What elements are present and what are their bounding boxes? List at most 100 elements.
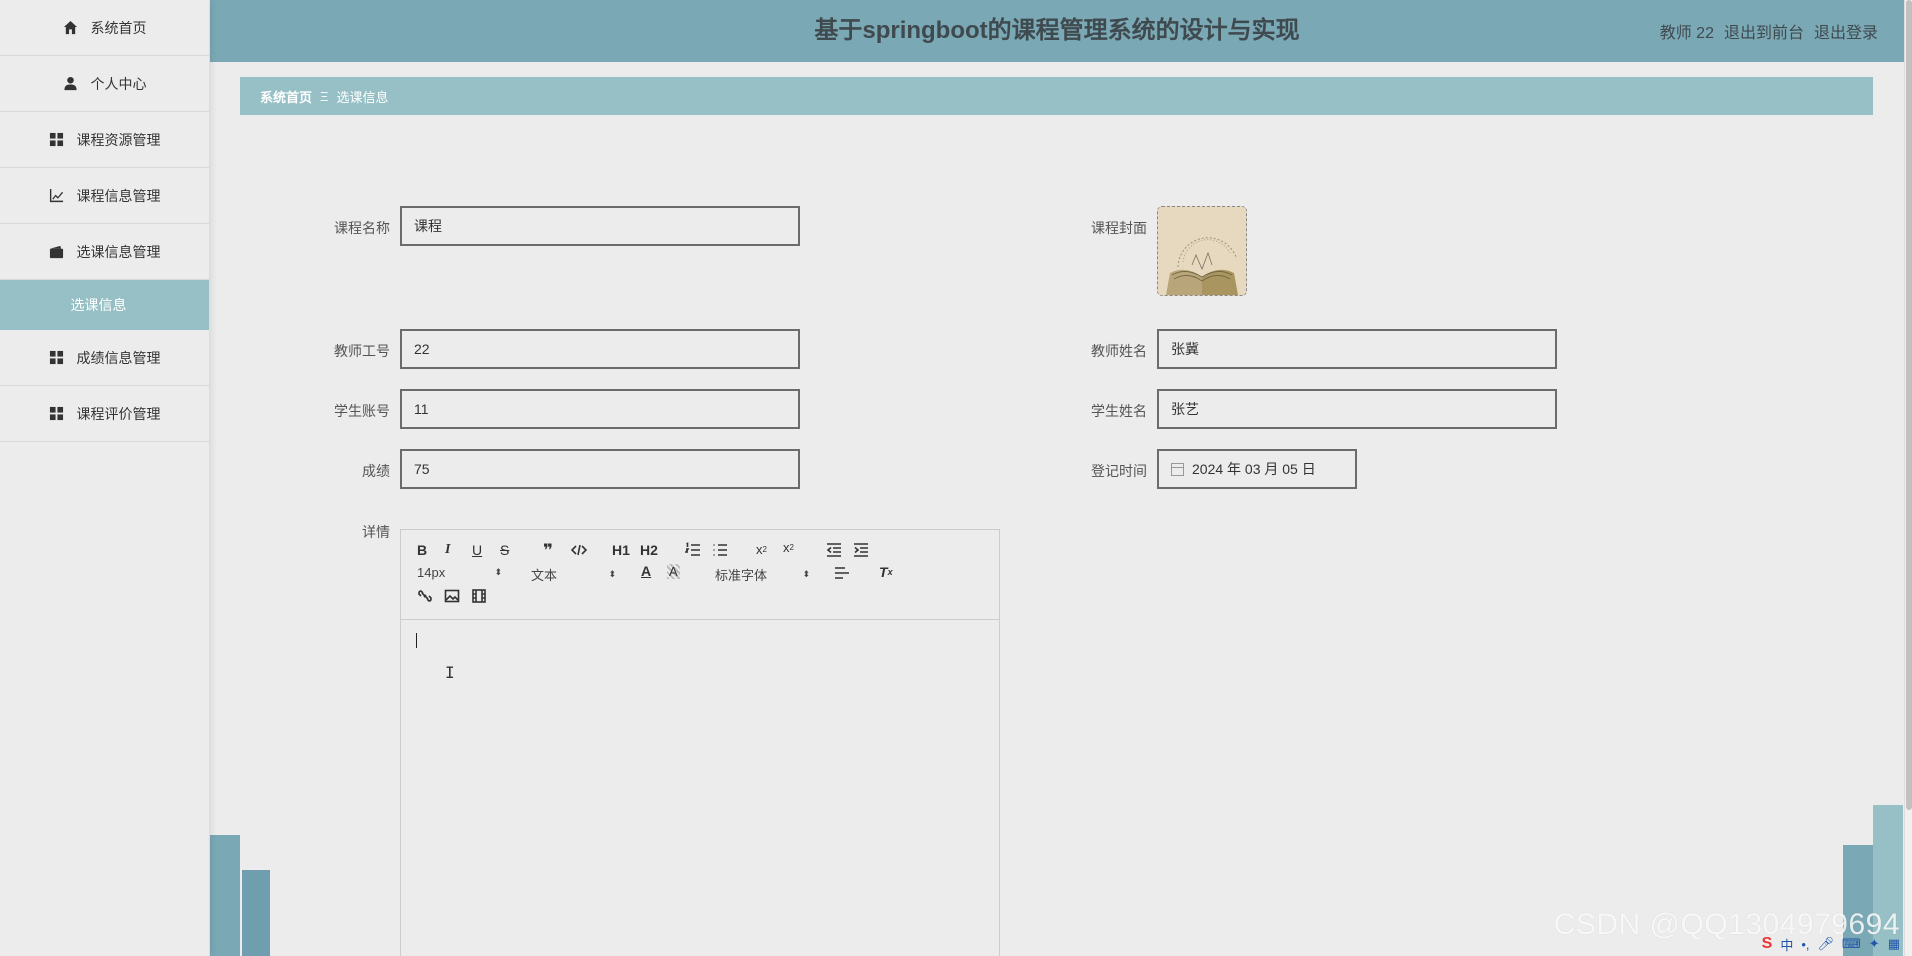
student-account-label: 学生账号 bbox=[334, 403, 390, 419]
editor-content-area[interactable]: I bbox=[401, 620, 999, 956]
exit-to-front-link[interactable]: 退出到前台 bbox=[1724, 19, 1804, 43]
skin-icon[interactable]: ✦ bbox=[1869, 936, 1880, 952]
sidebar-item-label: 选课信息管理 bbox=[76, 243, 161, 260]
scrollbar-thumb[interactable] bbox=[1906, 0, 1912, 810]
underline-button[interactable]: U bbox=[472, 542, 482, 558]
sidebar-item-course-resources[interactable]: 课程资源管理 bbox=[0, 112, 209, 168]
sidebar-item-label: 系统首页 bbox=[90, 19, 147, 36]
teacher-id-label: 教师工号 bbox=[334, 343, 390, 359]
strike-button[interactable]: S bbox=[500, 542, 509, 558]
sidebar-item-profile[interactable]: 个人中心 bbox=[0, 56, 209, 112]
ordered-list-button[interactable] bbox=[685, 542, 701, 558]
breadcrumb-separator: Ξ bbox=[320, 88, 329, 104]
teacher-name-label: 教师姓名 bbox=[1091, 343, 1147, 359]
teacher-id-input[interactable]: 22 bbox=[400, 329, 800, 369]
font-size-select[interactable]: 14px ⬍ bbox=[417, 565, 502, 580]
italic-button[interactable]: I bbox=[445, 542, 450, 558]
font-color-button[interactable]: A bbox=[641, 563, 651, 579]
bold-button[interactable]: B bbox=[417, 542, 427, 558]
outdent-button[interactable] bbox=[826, 542, 842, 558]
course-name-input[interactable]: 课程 bbox=[400, 206, 800, 246]
breadcrumb-home[interactable]: 系统首页 bbox=[260, 87, 312, 106]
grid-icon bbox=[49, 406, 65, 422]
video-icon[interactable] bbox=[471, 588, 487, 604]
calendar-icon bbox=[1171, 462, 1184, 476]
punctuation-icon[interactable]: •, bbox=[1801, 937, 1809, 952]
ibeam-cursor-icon: I bbox=[445, 663, 455, 682]
editor-toolbar: B I U S ❞ H1 H2 x2 x2 14px ⬍ 文本 ⬍ A A 标准… bbox=[401, 530, 999, 620]
sidebar-item-label: 课程资源管理 bbox=[76, 131, 161, 148]
detail-label: 详情 bbox=[362, 524, 390, 540]
select-arrows-icon: ⬍ bbox=[608, 569, 616, 579]
subscript-button[interactable]: x2 bbox=[756, 542, 767, 557]
select-arrows-icon: ⬍ bbox=[494, 567, 502, 577]
register-time-label: 登记时间 bbox=[1091, 463, 1147, 479]
score-input[interactable]: 75 bbox=[400, 449, 800, 489]
grid-icon bbox=[49, 350, 65, 366]
register-time-value: 2024 年 03 月 05 日 bbox=[1192, 461, 1316, 477]
sidebar-item-enrollment[interactable]: 选课信息管理 bbox=[0, 224, 209, 280]
student-name-label: 学生姓名 bbox=[1091, 403, 1147, 419]
book-image bbox=[1158, 207, 1246, 295]
student-account-input[interactable]: 11 bbox=[400, 389, 800, 429]
sogou-ime-icon: S bbox=[1761, 935, 1773, 952]
header-user-area: 教师 22 退出到前台 退出登录 bbox=[1650, 0, 1878, 62]
sidebar-subitem-enrollment-info[interactable]: 选课信息 bbox=[0, 280, 209, 330]
course-name-label: 课程名称 bbox=[334, 220, 390, 236]
microphone-icon[interactable]: 🎤︎ bbox=[1818, 936, 1835, 952]
superscript-button[interactable]: x2 bbox=[783, 540, 794, 555]
chart-icon bbox=[49, 188, 65, 204]
sidebar-item-label: 课程评价管理 bbox=[76, 405, 161, 422]
score-label: 成绩 bbox=[362, 463, 390, 479]
cover-label: 课程封面 bbox=[1091, 220, 1147, 236]
decor-shape-left-2 bbox=[242, 870, 270, 956]
breadcrumb-current: 选课信息 bbox=[336, 89, 389, 105]
font-size-value: 14px bbox=[417, 565, 446, 580]
code-block-button[interactable] bbox=[571, 542, 587, 558]
sidebar-item-grades[interactable]: 成绩信息管理 bbox=[0, 330, 209, 386]
sidebar-item-label: 成绩信息管理 bbox=[76, 349, 161, 366]
breadcrumb: 系统首页 Ξ 选课信息 bbox=[240, 77, 1873, 115]
wallet-icon bbox=[49, 244, 65, 260]
blockquote-button[interactable]: ❞ bbox=[543, 541, 553, 561]
logout-link[interactable]: 退出登录 bbox=[1814, 19, 1878, 43]
system-tray: S 中 •, 🎤︎ ⌨ ✦ ▦ bbox=[1762, 934, 1900, 954]
background-color-icon[interactable]: A bbox=[667, 564, 680, 579]
header1-button[interactable]: H1 bbox=[612, 542, 630, 558]
header2-button[interactable]: H2 bbox=[640, 542, 658, 558]
sidebar-item-label: 课程信息管理 bbox=[76, 187, 161, 204]
bullet-list-button[interactable] bbox=[712, 542, 728, 558]
image-icon[interactable] bbox=[444, 588, 460, 604]
font-family-value: 标准字体 bbox=[715, 568, 768, 583]
home-icon bbox=[63, 20, 79, 36]
sidebar-item-evaluations[interactable]: 课程评价管理 bbox=[0, 386, 209, 442]
text-caret bbox=[416, 633, 417, 648]
sidebar-subitem-label: 选课信息 bbox=[70, 297, 127, 313]
grid-icon bbox=[49, 132, 65, 148]
teacher-name-input[interactable]: 张冀 bbox=[1157, 329, 1557, 369]
user-icon bbox=[63, 76, 79, 92]
sidebar-item-label: 个人中心 bbox=[90, 75, 147, 92]
page-scrollbar[interactable] bbox=[1904, 0, 1912, 956]
select-arrows-icon: ⬍ bbox=[802, 569, 810, 579]
ime-mode-indicator[interactable]: 中 bbox=[1780, 935, 1793, 954]
indent-button[interactable] bbox=[853, 542, 869, 558]
decor-shape-left bbox=[210, 835, 240, 956]
sidebar-item-home[interactable]: 系统首页 bbox=[0, 0, 209, 56]
text-style-select[interactable]: 文本 ⬍ bbox=[531, 565, 616, 584]
sidebar-item-course-info[interactable]: 课程信息管理 bbox=[0, 168, 209, 224]
rich-text-editor: B I U S ❞ H1 H2 x2 x2 14px ⬍ 文本 ⬍ A A 标准… bbox=[400, 529, 1000, 956]
register-time-picker[interactable]: 2024 年 03 月 05 日 bbox=[1157, 449, 1357, 489]
student-name-input[interactable]: 张艺 bbox=[1157, 389, 1557, 429]
link-icon[interactable] bbox=[417, 588, 433, 604]
current-user: 教师 22 bbox=[1659, 25, 1714, 42]
clear-format-button[interactable]: Tx bbox=[879, 564, 893, 580]
text-style-value: 文本 bbox=[531, 568, 558, 583]
toolbox-icon[interactable]: ▦ bbox=[1888, 936, 1900, 952]
font-family-select[interactable]: 标准字体 ⬍ bbox=[715, 565, 810, 584]
top-header: 基于springboot的课程管理系统的设计与实现 教师 22 退出到前台 退出… bbox=[210, 0, 1904, 62]
keyboard-icon[interactable]: ⌨ bbox=[1842, 936, 1861, 952]
course-cover-image[interactable] bbox=[1157, 206, 1247, 296]
sidebar: 系统首页 个人中心 课程资源管理 课程信息管理 选课信息管理 选课信息 成绩信息… bbox=[0, 0, 210, 956]
align-icon[interactable] bbox=[834, 565, 850, 581]
